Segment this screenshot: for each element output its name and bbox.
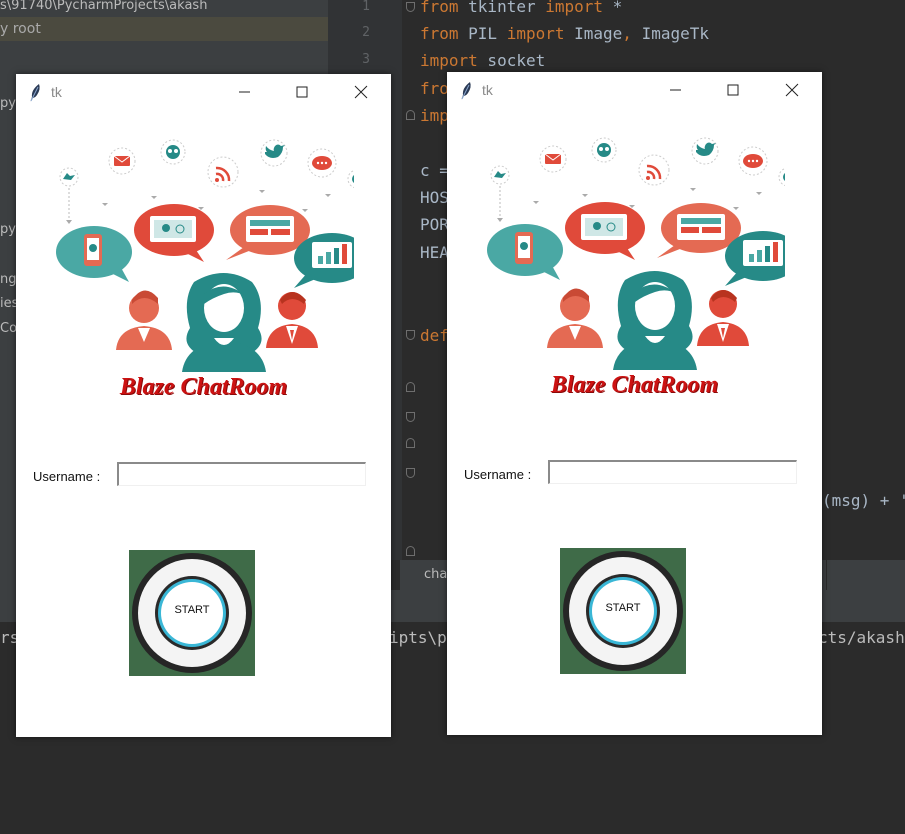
username-label: Username : <box>464 467 532 482</box>
code-keyword: from <box>420 0 459 16</box>
tk-window-1: tk Blaze ChatRoom Username: START <box>16 74 391 737</box>
woman-center-icon <box>613 271 697 370</box>
code-text: Image <box>564 24 623 43</box>
start-button[interactable]: START <box>560 548 686 674</box>
bottom-tab[interactable]: cha <box>424 567 447 582</box>
fold-marker-icon[interactable] <box>406 382 415 392</box>
username-label: Username : <box>33 469 101 484</box>
man-right-icon <box>266 292 318 348</box>
code-line[interactable]: HEA <box>420 243 449 262</box>
project-tree-item[interactable]: Co <box>0 321 17 336</box>
username-input[interactable] <box>117 462 366 486</box>
group-icon <box>597 143 611 157</box>
social-icons-row <box>59 139 354 224</box>
start-button[interactable]: START <box>129 550 255 676</box>
code-line[interactable]: import socket <box>420 51 545 70</box>
people-group <box>547 271 749 370</box>
tk-window-2: tk Blaze ChatRoom Username: START <box>447 72 822 735</box>
code-line[interactable]: c = <box>420 161 449 180</box>
window-titlebar[interactable]: tk <box>16 74 391 110</box>
code-keyword: import <box>420 51 478 70</box>
headset-icon <box>352 175 354 183</box>
bird-icon <box>63 173 75 180</box>
people-group <box>116 273 318 372</box>
group-icon <box>166 145 180 159</box>
code-text: socket <box>477 51 546 70</box>
code-text: PIL <box>458 24 507 43</box>
code-text: tkinter <box>458 0 546 16</box>
man-left-icon <box>547 288 603 348</box>
project-path: s\91740\PycharmProjects\akash <box>0 0 208 13</box>
woman-center-icon <box>182 273 266 372</box>
line-number: 3 <box>362 52 370 67</box>
minimize-button[interactable] <box>661 79 689 101</box>
code-keyword: from <box>420 24 459 43</box>
feather-icon <box>461 82 471 100</box>
fold-marker-icon[interactable] <box>406 546 415 556</box>
brand-title: Blaze ChatRoom <box>119 374 288 400</box>
twitter-icon <box>265 144 285 158</box>
fold-marker-icon[interactable] <box>406 110 415 120</box>
code-line[interactable]: def <box>420 326 449 345</box>
fold-marker-icon[interactable] <box>406 330 415 340</box>
speech-bubbles <box>487 202 785 286</box>
tab-divider <box>826 560 827 590</box>
feather-icon <box>30 84 40 102</box>
code-line[interactable]: (msg) + ' <box>822 491 905 510</box>
start-button-label: START <box>605 602 641 614</box>
project-tree-item[interactable]: py <box>0 222 16 237</box>
maximize-button[interactable] <box>719 79 747 101</box>
minimize-icon <box>239 91 250 93</box>
man-left-icon <box>116 290 172 350</box>
bird-icon <box>494 171 506 178</box>
window-titlebar[interactable]: tk <box>447 72 822 108</box>
maximize-icon <box>296 86 308 98</box>
code-text: ImageTk <box>631 24 709 43</box>
close-button[interactable] <box>778 79 806 101</box>
window-title: tk <box>51 84 62 100</box>
project-tree-selected-item[interactable]: y root <box>0 17 328 41</box>
man-right-icon <box>697 290 749 346</box>
close-icon <box>785 83 799 97</box>
maximize-icon <box>727 84 739 96</box>
code-line[interactable]: fro <box>420 79 449 98</box>
headset-icon <box>783 173 785 181</box>
twitter-icon <box>696 142 716 156</box>
line-number: 1 <box>362 0 370 14</box>
code-keyword: import <box>506 24 565 43</box>
social-icons-row <box>490 137 785 222</box>
project-tree-item[interactable]: py <box>0 96 16 111</box>
terminal-text: ipts\p <box>389 628 447 647</box>
terminal-text: cts/akash <box>818 628 905 647</box>
fold-marker-icon[interactable] <box>406 412 415 422</box>
code-line[interactable]: imp <box>420 106 449 125</box>
window-title: tk <box>482 82 493 98</box>
fold-marker-icon[interactable] <box>406 438 415 448</box>
project-tree-item[interactable]: ng <box>0 272 17 287</box>
code-line[interactable]: from PIL import Image, ImageTk <box>420 24 709 43</box>
fold-marker-icon[interactable] <box>406 468 415 478</box>
minimize-icon <box>670 89 681 91</box>
code-line[interactable]: HOS <box>420 188 449 207</box>
speech-bubbles <box>56 204 354 288</box>
code-line[interactable]: from tkinter import * <box>420 0 622 16</box>
code-keyword: , <box>622 24 632 43</box>
maximize-button[interactable] <box>288 81 316 103</box>
code-line[interactable]: POR <box>420 215 449 234</box>
brand-title: Blaze ChatRoom <box>550 372 719 398</box>
close-button[interactable] <box>347 81 375 103</box>
line-number: 2 <box>362 25 370 40</box>
chatroom-illustration <box>487 137 785 370</box>
code-keyword: import <box>545 0 604 16</box>
minimize-button[interactable] <box>230 81 258 103</box>
start-button-label: START <box>174 604 210 616</box>
close-icon <box>354 85 368 99</box>
code-text: * <box>603 0 623 16</box>
chatroom-illustration <box>56 139 354 372</box>
fold-marker-icon[interactable] <box>406 2 415 12</box>
username-input[interactable] <box>548 460 797 484</box>
